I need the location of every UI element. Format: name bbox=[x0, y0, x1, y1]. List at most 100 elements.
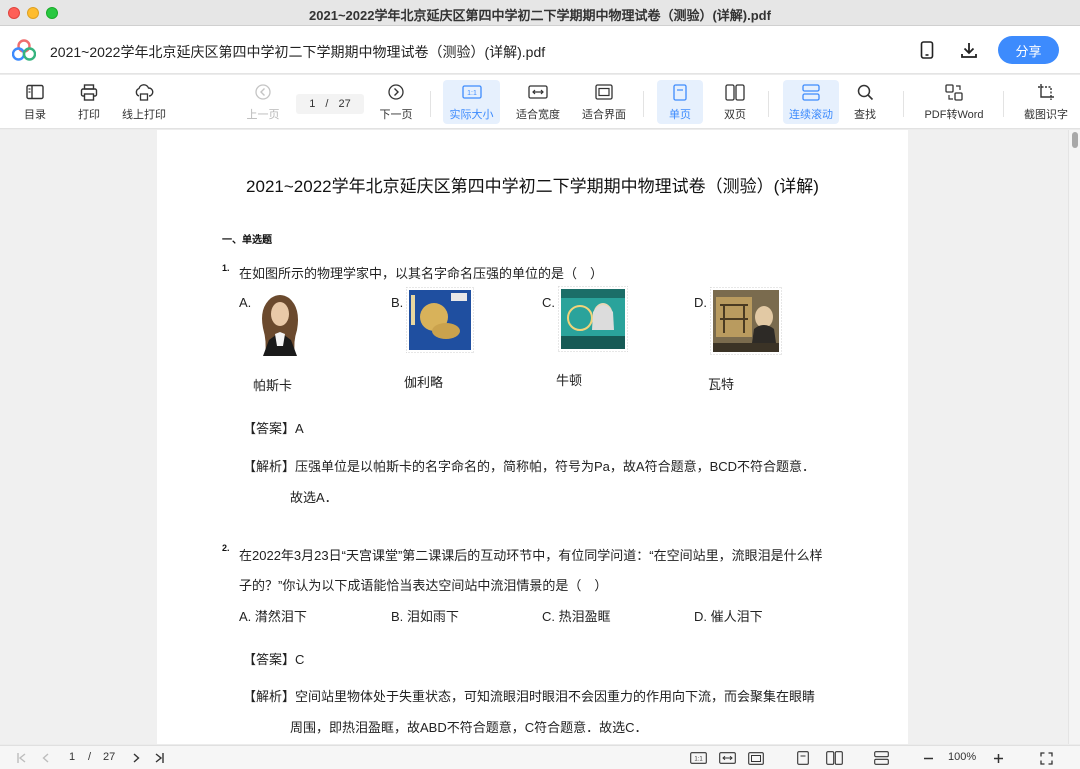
svg-text:1:1: 1:1 bbox=[694, 757, 703, 763]
question-number: 1. bbox=[222, 263, 230, 273]
app-logo-icon bbox=[12, 39, 36, 61]
analysis-text: 故选A． bbox=[290, 490, 338, 505]
galileo-stamp-image bbox=[406, 287, 474, 353]
ocr-button[interactable]: 截图识字 bbox=[1020, 80, 1072, 124]
toolbar-divider bbox=[643, 91, 644, 117]
analysis-text: 【解析】压强单位是以帕斯卡的名字命名的，简称帕，符号为Pa，故A符合题意，BCD… bbox=[243, 459, 816, 474]
print-label: 打印 bbox=[78, 109, 100, 121]
double-page-label: 双页 bbox=[724, 109, 746, 121]
zoom-level[interactable]: 100% bbox=[948, 751, 976, 763]
fit-width-label: 适合宽度 bbox=[516, 109, 560, 121]
option-text: C. 热泪盈眶 bbox=[542, 609, 611, 624]
option-caption: 伽利略 bbox=[404, 375, 444, 390]
option-text: A. 潸然泪下 bbox=[239, 609, 307, 624]
page-title: 2021~2022学年北京延庆区第四中学初二下学期期中物理试卷（测验）(详解) bbox=[246, 177, 819, 196]
option-text: D. 催人泪下 bbox=[694, 609, 763, 624]
bottom-page-separator: / bbox=[88, 751, 92, 763]
crop-icon bbox=[1037, 80, 1055, 104]
option-letter: A. bbox=[239, 295, 252, 310]
online-print-button[interactable]: 线上打印 bbox=[120, 80, 168, 124]
toolbar: 目录 打印 线上打印 上一页 1 / 27 下一页 1:1 实际大小 适合宽度 … bbox=[0, 75, 1080, 129]
actual-size-icon: 1:1 bbox=[461, 80, 482, 104]
bottom-bar: 1 / 27 1:1 100% bbox=[0, 745, 1080, 769]
total-pages-value: 27 bbox=[338, 98, 351, 110]
ocr-label: 截图识字 bbox=[1024, 109, 1068, 121]
window-title: 2021~2022学年北京延庆区第四中学初二下学期期中物理试卷（测验）(详解).… bbox=[309, 8, 771, 23]
section-heading: 一、单选题 bbox=[222, 235, 272, 246]
newton-stamp-image bbox=[558, 286, 628, 352]
toc-icon bbox=[26, 80, 44, 104]
question-number: 2. bbox=[222, 543, 230, 553]
fit-page-label: 适合界面 bbox=[582, 109, 626, 121]
current-page-value: 1 bbox=[309, 98, 316, 110]
scrollbar-thumb[interactable] bbox=[1072, 132, 1078, 148]
print-button[interactable]: 打印 bbox=[74, 80, 104, 124]
fit-page-icon bbox=[595, 80, 613, 104]
fullscreen-icon[interactable] bbox=[1037, 750, 1055, 766]
download-icon[interactable] bbox=[957, 38, 981, 62]
find-label: 查找 bbox=[854, 109, 876, 121]
single-page-label: 单页 bbox=[669, 109, 691, 121]
watt-stamp-image bbox=[710, 287, 782, 355]
pdf-page: 2021~2022学年北京延庆区第四中学初二下学期期中物理试卷（测验）(详解) … bbox=[157, 130, 908, 744]
prev-page-button[interactable]: 上一页 bbox=[245, 80, 281, 124]
zoom-in-icon[interactable] bbox=[990, 750, 1006, 766]
toc-label: 目录 bbox=[24, 109, 46, 121]
fit-width-small-icon[interactable] bbox=[717, 750, 737, 766]
fit-width-button[interactable]: 适合宽度 bbox=[513, 80, 563, 124]
prev-page-icon[interactable] bbox=[38, 750, 54, 766]
double-page-small-icon[interactable] bbox=[824, 750, 844, 766]
pdf-to-word-label: PDF转Word bbox=[924, 109, 984, 121]
continuous-scroll-small-icon[interactable] bbox=[872, 750, 890, 766]
continuous-scroll-button[interactable]: 连续滚动 bbox=[783, 80, 839, 124]
first-page-icon[interactable] bbox=[14, 750, 30, 766]
zoom-out-icon[interactable] bbox=[920, 750, 936, 766]
single-page-button[interactable]: 单页 bbox=[657, 80, 703, 124]
bottom-total-pages: 27 bbox=[103, 751, 116, 763]
actual-size-label: 实际大小 bbox=[449, 109, 494, 121]
document-title: 2021~2022学年北京延庆区第四中学初二下学期期中物理试卷（测验）(详解).… bbox=[50, 44, 546, 60]
actual-size-button[interactable]: 1:1 实际大小 bbox=[443, 80, 500, 124]
question-text: 在2022年3月23日“天宫课堂”第二课课后的互动环节中，有位同学问道：“在空间… bbox=[239, 548, 823, 563]
fit-page-small-icon[interactable] bbox=[746, 750, 766, 766]
option-caption: 帕斯卡 bbox=[253, 378, 293, 393]
page-number-input[interactable]: 1 / 27 bbox=[296, 94, 364, 114]
find-button[interactable]: 查找 bbox=[850, 80, 880, 124]
question-text: 在如图所示的物理学家中，以其名字命名压强的单位的是（ ） bbox=[239, 266, 604, 281]
share-button[interactable]: 分享 bbox=[998, 36, 1059, 64]
option-letter: B. bbox=[391, 295, 404, 310]
answer-text: 【答案】C bbox=[243, 652, 305, 667]
double-page-button[interactable]: 双页 bbox=[717, 80, 753, 124]
option-caption: 瓦特 bbox=[708, 377, 735, 392]
option-caption: 牛顿 bbox=[556, 373, 583, 388]
bottom-current-page[interactable]: 1 bbox=[69, 751, 75, 763]
fit-width-icon bbox=[528, 80, 548, 104]
mobile-view-icon[interactable] bbox=[915, 38, 939, 62]
next-page-label: 下一页 bbox=[379, 109, 413, 121]
vertical-scrollbar[interactable] bbox=[1068, 130, 1080, 744]
app-header: 2021~2022学年北京延庆区第四中学初二下学期期中物理试卷（测验）(详解).… bbox=[0, 26, 1080, 74]
online-print-label: 线上打印 bbox=[122, 109, 166, 121]
continuous-scroll-icon bbox=[802, 80, 820, 104]
page-separator: / bbox=[325, 98, 329, 110]
next-page-icon[interactable] bbox=[128, 750, 144, 766]
next-page-button[interactable]: 下一页 bbox=[377, 80, 415, 124]
pdf-to-word-button[interactable]: PDF转Word bbox=[920, 80, 988, 124]
toc-button[interactable]: 目录 bbox=[18, 80, 52, 124]
toolbar-divider bbox=[1003, 91, 1004, 117]
arrow-right-circle-icon bbox=[388, 80, 404, 104]
question-text: 子的？”你认为以下成语能恰当表达空间站中流泪情景的是（ ） bbox=[239, 578, 608, 593]
printer-icon bbox=[80, 80, 98, 104]
toolbar-divider bbox=[430, 91, 431, 117]
double-page-icon bbox=[725, 80, 745, 104]
toolbar-divider bbox=[903, 91, 904, 117]
actual-size-small-icon[interactable]: 1:1 bbox=[688, 750, 708, 766]
single-page-small-icon[interactable] bbox=[794, 750, 812, 766]
pascal-portrait-image bbox=[253, 288, 307, 356]
fit-page-button[interactable]: 适合界面 bbox=[579, 80, 629, 124]
toolbar-divider bbox=[768, 91, 769, 117]
cloud-print-icon bbox=[134, 80, 154, 104]
last-page-icon[interactable] bbox=[151, 750, 167, 766]
convert-icon bbox=[945, 80, 963, 104]
document-viewport[interactable]: 2021~2022学年北京延庆区第四中学初二下学期期中物理试卷（测验）(详解) … bbox=[0, 130, 1080, 744]
